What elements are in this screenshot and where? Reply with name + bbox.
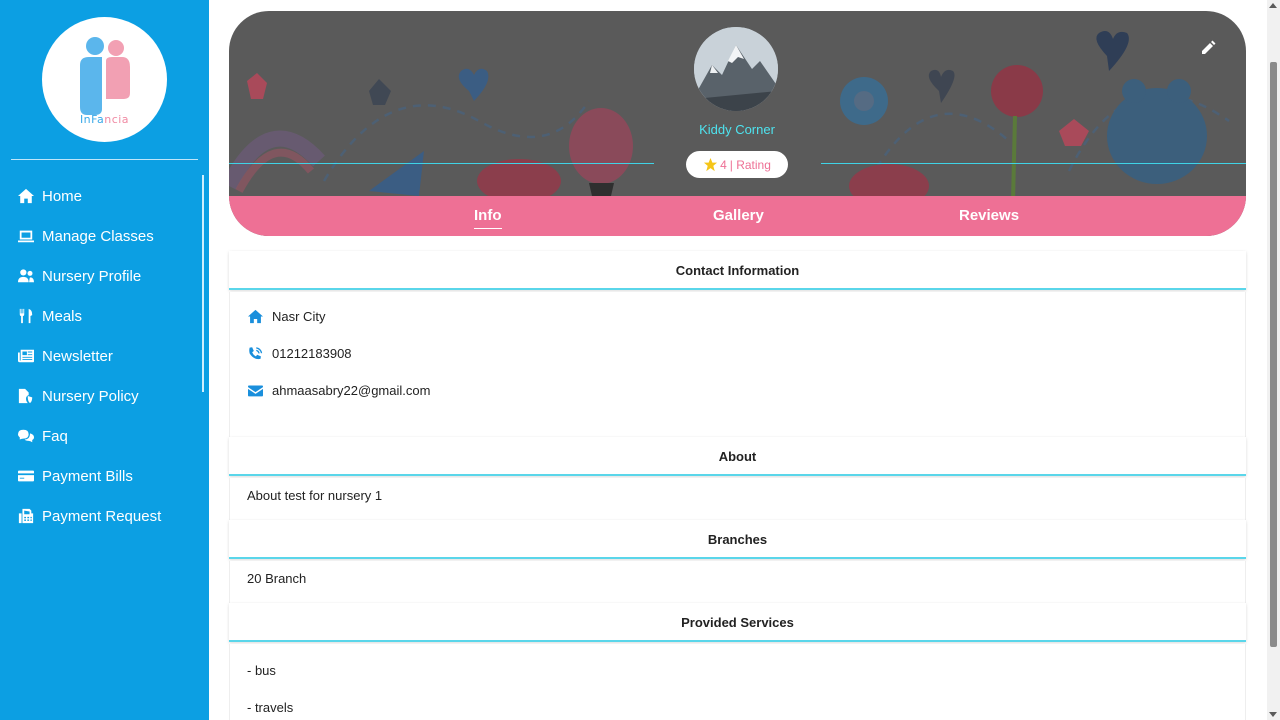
app-logo[interactable]: InFancia [42,17,167,142]
info-content: Contact Information Nasr City 0121218390… [229,250,1246,720]
sidebar-item-label: Payment Bills [42,467,133,485]
sidebar-item-label: Faq [42,427,68,445]
contact-email[interactable]: ahmaasabry22@gmail.com [272,383,430,398]
branches-text: 20 Branch [247,571,307,586]
banner-divider-right [821,163,1246,164]
contact-address-row: Nasr City [246,308,325,324]
sidebar-item-label: Nursery Policy [42,387,139,405]
profile-banner: Kiddy Corner 4 | Rating Info Gallery Rev… [229,11,1246,236]
about-header: About [229,437,1246,476]
logo-text: InFancia [79,113,130,126]
tab-info[interactable]: Info [474,196,502,236]
contact-address: Nasr City [272,308,326,324]
nursery-avatar[interactable] [694,27,778,111]
phone-volume-icon [246,345,264,361]
scroll-down-icon[interactable] [1269,712,1277,717]
sidebar-divider [11,159,198,160]
rating-badge[interactable]: 4 | Rating [686,151,788,178]
sidebar-item-manage-classes[interactable]: Manage Classes [0,216,209,256]
about-body: About test for nursery 1 [229,478,1246,520]
sidebar: InFancia Home Manage Classes Nursery Pro… [0,0,209,720]
sidebar-item-payment-request[interactable]: Payment Request [0,496,209,536]
home-icon [246,308,264,324]
sidebar-item-newsletter[interactable]: Newsletter [0,336,209,376]
service-item: - bus [247,663,276,678]
page-scrollbar[interactable] [1267,0,1280,720]
newspaper-icon [16,347,36,365]
home-icon [16,187,36,205]
utensils-icon [16,307,36,325]
sidebar-nav: Home Manage Classes Nursery Profile Meal… [0,176,209,536]
credit-card-icon [16,467,36,485]
comments-icon [16,427,36,445]
mountain-image [694,27,778,111]
sidebar-item-nursery-profile[interactable]: Nursery Profile [0,256,209,296]
contact-header: Contact Information [229,251,1246,290]
edit-profile-button[interactable] [1199,39,1217,57]
laptop-icon [16,227,36,245]
branches-header: Branches [229,520,1246,559]
sidebar-item-label: Newsletter [42,347,113,365]
sidebar-item-label: Manage Classes [42,227,154,245]
tab-gallery[interactable]: Gallery [713,196,764,236]
file-shield-icon [16,387,36,405]
scroll-up-icon[interactable] [1269,3,1277,8]
sidebar-item-home[interactable]: Home [0,176,209,216]
tab-reviews[interactable]: Reviews [959,196,1019,236]
star-icon [704,157,718,172]
sidebar-item-label: Home [42,187,83,205]
contact-phone-row: 01212183908 [246,345,352,361]
scrollbar-thumb[interactable] [1270,62,1277,647]
fax-icon [16,507,36,525]
sidebar-item-label: Payment Request [42,507,162,525]
users-icon [16,267,36,285]
about-text: About test for nursery 1 [247,488,383,503]
sidebar-item-payment-bills[interactable]: Payment Bills [0,456,209,496]
services-header: Provided Services [229,603,1246,642]
pencil-icon [1202,40,1216,54]
rating-value: 4 [720,157,727,172]
service-item: - travels [247,700,294,715]
contact-body: Nasr City 01212183908 ahmaasabry22@gmail… [229,292,1246,437]
contact-phone[interactable]: 01212183908 [272,346,352,361]
profile-tabs: Info Gallery Reviews [229,196,1246,236]
banner-divider-left [229,163,654,164]
contact-email-row: ahmaasabry22@gmail.com [246,382,430,398]
sidebar-item-label: Meals [42,307,83,325]
sidebar-item-meals[interactable]: Meals [0,296,209,336]
nursery-name: Kiddy Corner [699,122,775,137]
rating-label: | Rating [729,157,771,172]
sidebar-item-label: Nursery Profile [42,267,142,285]
envelope-icon [246,382,264,398]
sidebar-item-faq[interactable]: Faq [0,416,209,456]
sidebar-item-nursery-policy[interactable]: Nursery Policy [0,376,209,416]
services-body: - bus - travels [229,644,1246,720]
branches-body: 20 Branch [229,561,1246,603]
